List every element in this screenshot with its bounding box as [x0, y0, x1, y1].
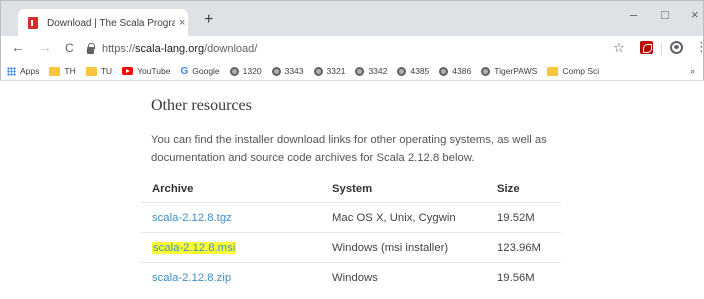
bookmark-3342[interactable]: 3342: [355, 66, 387, 76]
system-cell: Windows (msi installer): [332, 241, 449, 254]
close-window-icon[interactable]: ×: [691, 7, 699, 22]
browser-toolbar: ← → C https://scala-lang.org/download/ ☆…: [0, 36, 704, 62]
tab-strip: Download | The Scala Programm × + – □ ×: [0, 0, 704, 37]
bookmark-youtube[interactable]: YouTube: [122, 66, 170, 76]
download-link-zip[interactable]: scala-2.12.8.zip: [152, 272, 231, 284]
adobe-pdf-extension-icon[interactable]: [640, 41, 653, 54]
table-row: scala-2.12.8.zip Windows 19.56M: [141, 263, 561, 293]
globe-icon: [397, 66, 407, 76]
minimize-icon[interactable]: –: [630, 7, 637, 22]
globe-icon: [481, 66, 491, 76]
system-cell: Mac OS X, Unix, Cygwin: [332, 211, 456, 224]
bookmark-star-icon[interactable]: ☆: [613, 40, 625, 56]
toolbar-divider: [661, 42, 662, 56]
bookmark-google[interactable]: G Google: [180, 66, 219, 77]
download-link-msi[interactable]: scala-2.12.8.msi: [152, 241, 237, 254]
browser-menu-icon[interactable]: ⋮: [695, 39, 704, 55]
bookmark-tigerpaws[interactable]: TigerPAWS: [481, 66, 537, 76]
table-header-row: Archive System Size: [141, 179, 561, 203]
header-size: Size: [497, 183, 520, 195]
bookmarks-overflow-icon[interactable]: »: [690, 66, 695, 76]
maximize-icon[interactable]: □: [661, 7, 669, 22]
reload-icon[interactable]: C: [65, 41, 74, 55]
globe-icon: [439, 66, 449, 76]
table-row: scala-2.12.8.msi Windows (msi installer)…: [141, 233, 561, 263]
tab-close-icon[interactable]: ×: [179, 17, 185, 29]
browser-tab[interactable]: Download | The Scala Programm ×: [18, 9, 188, 37]
lock-icon: [87, 43, 95, 54]
folder-icon: [49, 66, 61, 76]
bookmark-1320[interactable]: 1320: [229, 66, 262, 76]
address-bar[interactable]: https://scala-lang.org/download/: [87, 39, 647, 59]
globe-icon: [355, 66, 365, 76]
folder-icon: [85, 66, 97, 76]
profile-avatar-icon[interactable]: [670, 41, 683, 54]
bookmark-th[interactable]: TH: [49, 66, 76, 76]
globe-icon: [313, 66, 323, 76]
new-tab-button[interactable]: +: [204, 11, 213, 29]
scala-favicon-icon: [28, 17, 38, 29]
url-text: https://scala-lang.org/download/: [102, 43, 258, 55]
size-cell: 19.56M: [497, 272, 535, 284]
downloads-table: Archive System Size scala-2.12.8.tgz Mac…: [141, 179, 561, 293]
bookmark-comp-sci[interactable]: Comp Sci: [547, 66, 599, 76]
youtube-icon: [122, 67, 134, 75]
globe-icon: [229, 66, 239, 76]
page-content: Other resources You can find the install…: [0, 81, 704, 299]
apps-icon: [7, 66, 16, 76]
tab-title: Download | The Scala Programm: [47, 17, 175, 29]
bookmarks-bar: Apps TH TU YouTube G Google 1320 3343 332…: [0, 62, 704, 81]
globe-icon: [271, 66, 281, 76]
back-arrow-icon[interactable]: ←: [11, 39, 25, 55]
header-archive: Archive: [152, 183, 194, 195]
bookmark-4386[interactable]: 4386: [439, 66, 471, 76]
highlighted-link-text[interactable]: scala-2.12.8.msi: [152, 241, 237, 254]
size-cell: 19.52M: [497, 211, 535, 224]
header-system: System: [332, 183, 373, 195]
bookmark-apps[interactable]: Apps: [7, 66, 39, 76]
google-icon: G: [180, 65, 189, 77]
bookmark-4385[interactable]: 4385: [397, 66, 429, 76]
bookmark-3343[interactable]: 3343: [271, 66, 304, 76]
bookmark-3321[interactable]: 3321: [313, 66, 345, 76]
table-row: scala-2.12.8.tgz Mac OS X, Unix, Cygwin …: [141, 203, 561, 233]
forward-arrow-icon[interactable]: →: [38, 39, 52, 55]
section-heading: Other resources: [151, 97, 252, 114]
folder-icon: [547, 66, 559, 76]
bookmark-tu[interactable]: TU: [85, 66, 112, 76]
system-cell: Windows: [332, 272, 378, 284]
section-description: You can find the installer download link…: [151, 134, 547, 164]
size-cell: 123.96M: [497, 241, 541, 254]
download-link-tgz[interactable]: scala-2.12.8.tgz: [152, 212, 232, 224]
